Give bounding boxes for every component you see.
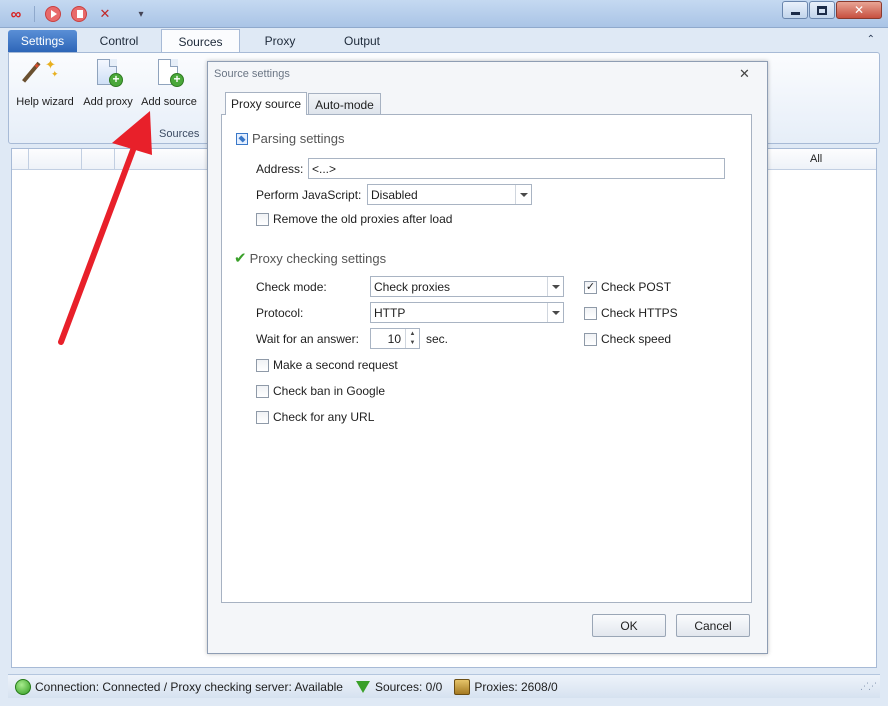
chevron-down-icon[interactable] [547, 277, 563, 296]
maximize-button[interactable] [809, 1, 835, 19]
close-window-button[interactable]: ✕ [836, 1, 882, 19]
protocol-label: Protocol: [256, 306, 304, 320]
ribbon-tabs: Settings Control Sources Proxy Output ⌃ [0, 28, 888, 53]
toolbar-separator [34, 6, 35, 22]
customize-toolbar-icon[interactable]: ▾ [133, 6, 149, 22]
proxies-count: Proxies: 2608/0 [474, 679, 558, 694]
wait-answer-value[interactable]: 10 [388, 332, 401, 346]
ban-google-label: Check ban in Google [273, 384, 386, 398]
check-post-label: Check POST [601, 280, 672, 294]
wait-answer-label: Wait for an answer: [256, 332, 359, 346]
check-speed-checkbox[interactable]: Check speed [584, 332, 671, 346]
checkbox-box-checked[interactable]: ✓ [584, 280, 597, 294]
connection-status-text: Connection: Connected / Proxy checking s… [35, 679, 343, 694]
checkbox-box[interactable] [256, 358, 269, 372]
javascript-select[interactable]: Disabled [367, 184, 532, 205]
wand-icon: ✦ ✦ ✦ [22, 57, 61, 91]
remove-old-proxies-label: Remove the old proxies after load [273, 212, 453, 226]
tab-auto-mode[interactable]: Auto-mode [308, 93, 381, 115]
chevron-down-icon[interactable] [547, 303, 563, 322]
sources-download-icon [355, 679, 371, 695]
tools-icon[interactable]: ✕ [97, 6, 113, 22]
any-url-checkbox[interactable]: Check for any URL [256, 410, 374, 424]
protocol-select[interactable]: HTTP [370, 302, 564, 323]
ban-google-checkbox[interactable]: Check ban in Google [256, 384, 385, 398]
tab-proxy-source[interactable]: Proxy source [225, 92, 307, 115]
play-icon[interactable] [45, 6, 61, 22]
check-mode-label: Check mode: [256, 280, 327, 294]
help-wizard-button[interactable]: ✦ ✦ ✦ Help wizard [13, 57, 77, 111]
cancel-button[interactable]: Cancel [676, 614, 750, 637]
javascript-label: Perform JavaScript: [256, 188, 362, 202]
check-mode-select[interactable]: Check proxies [370, 276, 564, 297]
second-request-label: Make a second request [273, 358, 398, 372]
add-source-icon: + [153, 57, 185, 91]
stop-icon[interactable] [71, 6, 87, 22]
check-post-checkbox[interactable]: ✓ Check POST [584, 280, 671, 294]
checkbox-box[interactable] [584, 306, 597, 320]
source-settings-dialog: Source settings ✕ Proxy source Auto-mode… [207, 61, 768, 654]
proxy-checking-header: ✔ Proxy checking settings [234, 249, 386, 267]
second-request-checkbox[interactable]: Make a second request [256, 358, 398, 372]
collapse-ribbon-icon[interactable]: ⌃ [867, 34, 875, 45]
dialog-title: Source settings [214, 68, 290, 80]
dialog-close-icon[interactable]: ✕ [739, 66, 750, 82]
ok-button[interactable]: OK [592, 614, 666, 637]
app-logo-icon: ∞ [10, 5, 22, 23]
grid-column-header[interactable] [12, 149, 29, 170]
grid-column-header[interactable] [29, 149, 82, 170]
tab-settings[interactable]: Settings [8, 30, 77, 52]
proxy-checking-title: Proxy checking settings [249, 250, 387, 266]
proxies-server-icon [454, 678, 471, 695]
title-bar: ∞ ✕ ▾ ✕ [0, 0, 888, 28]
address-field[interactable]: <...> [308, 158, 725, 179]
tab-sources[interactable]: Sources [161, 29, 240, 53]
parsing-settings-header: Parsing settings [236, 131, 345, 146]
add-proxy-button[interactable]: + Add proxy [76, 57, 140, 111]
checkbox-box[interactable] [256, 410, 269, 424]
checkmark-icon: ✔ [234, 250, 247, 267]
remove-old-proxies-checkbox[interactable]: Remove the old proxies after load [256, 212, 452, 226]
grid-column-all[interactable]: All [810, 153, 822, 165]
address-label: Address: [256, 162, 304, 176]
checkbox-box[interactable] [584, 332, 597, 346]
resize-grip-icon[interactable]: ⋰⋰ [860, 681, 877, 692]
chevron-down-icon[interactable] [515, 185, 531, 204]
check-https-label: Check HTTPS [601, 306, 678, 320]
add-proxy-icon: + [92, 57, 124, 91]
minimize-button[interactable] [782, 1, 808, 19]
add-proxy-label: Add proxy [83, 96, 133, 108]
check-speed-label: Check speed [601, 332, 672, 346]
parsing-settings-title: Parsing settings [252, 131, 345, 146]
help-wizard-label: Help wizard [16, 96, 74, 108]
protocol-value: HTTP [374, 305, 406, 320]
tab-proxy[interactable]: Proxy [244, 30, 316, 52]
connection-status-icon [15, 678, 31, 695]
check-https-checkbox[interactable]: Check HTTPS [584, 306, 678, 320]
wait-answer-unit: sec. [426, 332, 449, 346]
wait-answer-stepper[interactable]: 10 ▲ ▼ [370, 328, 420, 349]
ribbon-group-label: Sources [159, 128, 200, 140]
tab-output[interactable]: Output [324, 30, 400, 52]
check-mode-value: Check proxies [374, 279, 451, 294]
any-url-label: Check for any URL [273, 410, 375, 424]
dialog-panel: Parsing settings Address: <...> Perform … [221, 114, 752, 603]
checkbox-box[interactable] [256, 384, 269, 398]
status-bar: Connection: Connected / Proxy checking s… [8, 674, 880, 698]
add-source-button[interactable]: + Add source [137, 57, 201, 111]
stepper-arrows-icon[interactable]: ▲ ▼ [405, 329, 419, 348]
grid-column-header[interactable] [82, 149, 115, 170]
parsing-settings-icon [236, 132, 248, 145]
tab-control[interactable]: Control [82, 30, 156, 52]
sources-count: Sources: 0/0 [374, 679, 443, 694]
javascript-select-value: Disabled [371, 187, 418, 202]
add-source-label: Add source [141, 96, 197, 108]
checkbox-box[interactable] [256, 212, 269, 226]
